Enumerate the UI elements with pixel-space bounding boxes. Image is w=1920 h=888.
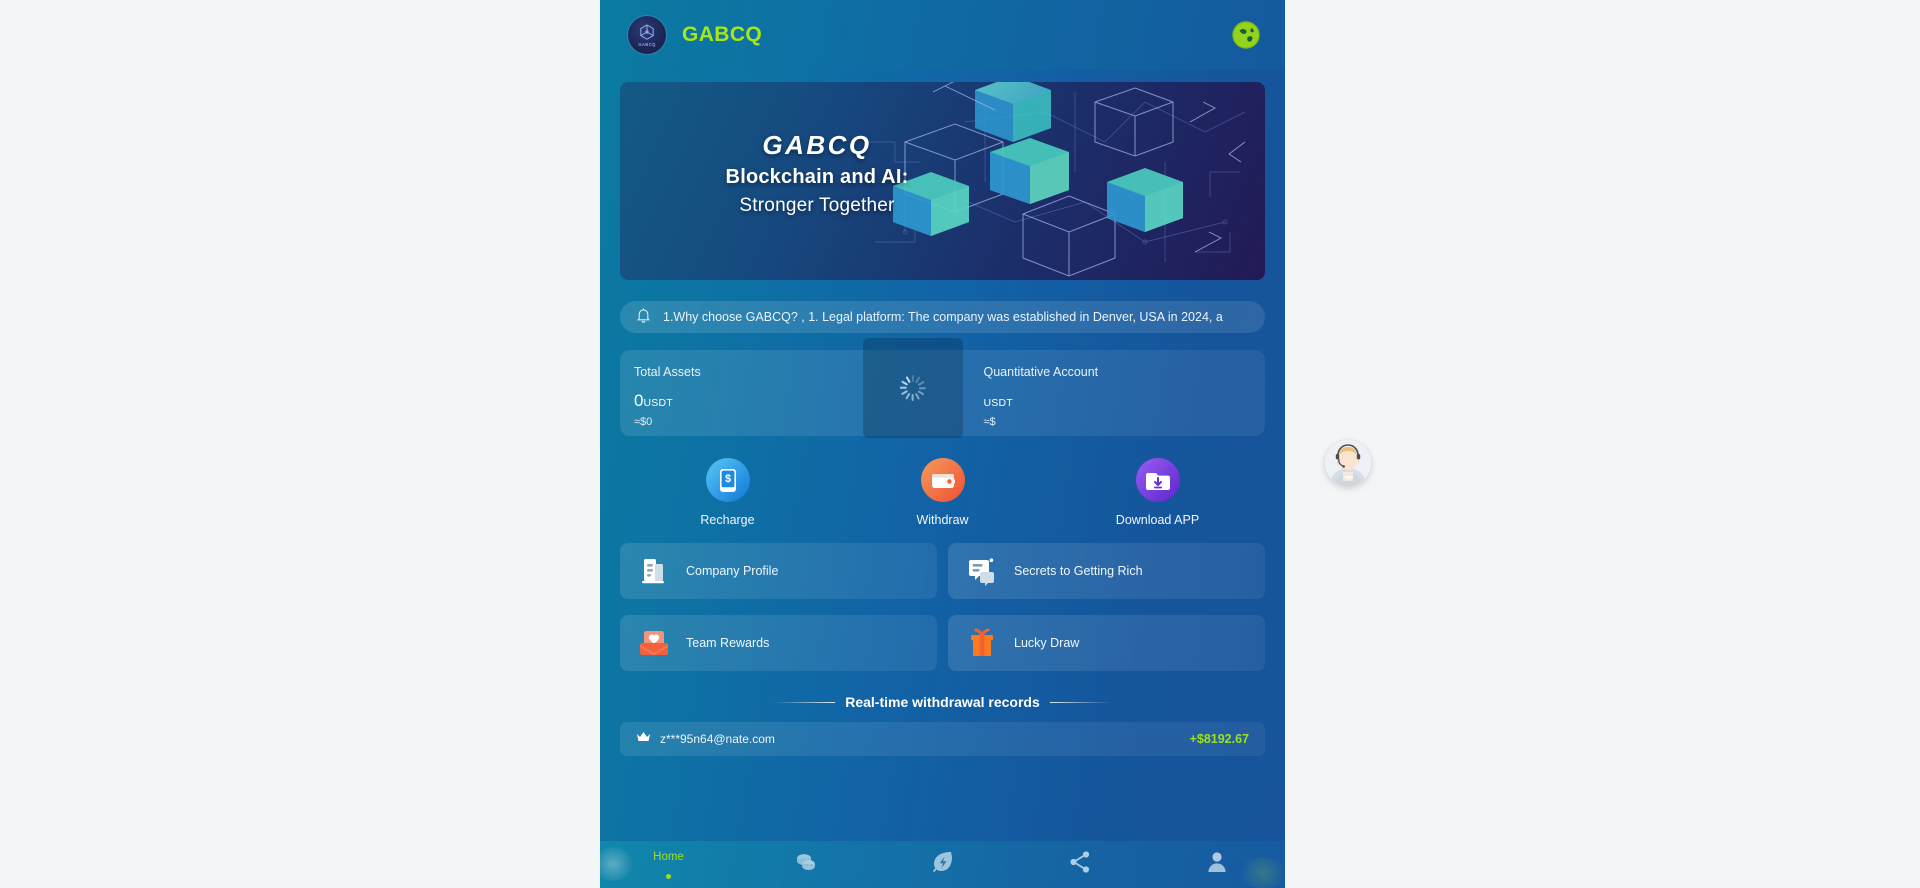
download-app-icon	[1135, 458, 1180, 502]
loading-spinner-icon	[900, 375, 927, 401]
nav-item-home[interactable]: Home	[600, 841, 737, 888]
quantitative-unit: USDT	[983, 397, 1013, 409]
nav-item-profile[interactable]	[1148, 841, 1285, 888]
company-profile-label: Company Profile	[686, 564, 779, 578]
quantitative-account-block: Quantitative Account USDT ≈$	[916, 350, 1266, 436]
record-amount: +$8192.67	[1189, 732, 1249, 746]
quantitative-approx: ≈$	[983, 416, 996, 428]
quick-actions-row: $ Recharge Withdraw Download APP	[620, 458, 1265, 527]
lucky-draw-card[interactable]: Lucky Draw	[948, 615, 1265, 671]
crown-icon	[636, 730, 651, 748]
nav-item-share[interactable]	[1011, 841, 1148, 888]
record-user: z***95n64@nate.com	[660, 732, 775, 746]
nav-active-dot	[666, 873, 671, 879]
globe-icon[interactable]	[1231, 20, 1261, 50]
team-rewards-label: Team Rewards	[686, 636, 770, 650]
company-profile-card[interactable]: Company Profile	[620, 543, 937, 599]
coins-icon	[793, 849, 819, 880]
secrets-to-getting-rich-card[interactable]: Secrets to Getting Rich	[948, 543, 1265, 599]
divider-left	[773, 701, 836, 703]
app-viewport: GABCQ GABCQ GABCQ Blockchain and AI: Str…	[600, 0, 1285, 888]
menu-row-2: Team Rewards Lucky Draw	[620, 615, 1265, 671]
recharge-button[interactable]: $ Recharge	[620, 458, 835, 527]
secrets-label: Secrets to Getting Rich	[1014, 564, 1143, 578]
records-header: Real-time withdrawal records	[600, 694, 1285, 710]
recharge-phone-dollar-icon: $	[705, 458, 750, 502]
nav-item-quantify[interactable]	[874, 841, 1011, 888]
banner-line-3: Stronger Together	[739, 195, 895, 216]
svg-text:$: $	[724, 473, 730, 485]
gift-box-icon	[966, 627, 998, 659]
page-title: GABCQ	[682, 23, 763, 46]
divider-right	[1049, 701, 1112, 703]
nav-glow	[600, 847, 636, 881]
company-building-icon	[638, 555, 670, 587]
nav-glow-2	[1235, 858, 1285, 888]
user-person-icon	[1204, 849, 1230, 880]
nav-item-coins[interactable]	[737, 841, 874, 888]
quantitative-label: Quantitative Account	[983, 365, 1099, 379]
menu-row-1: Company Profile Secrets to Getting Rich	[620, 543, 1265, 599]
recharge-label: Recharge	[700, 513, 755, 527]
leaf-bolt-icon	[930, 849, 956, 880]
announcement-bar[interactable]: 1.Why choose GABCQ? , 1. Legal platform:…	[620, 301, 1265, 333]
announcement-text: 1.Why choose GABCQ? , 1. Legal platform:…	[663, 310, 1223, 324]
promo-banner[interactable]: GABCQ Blockchain and AI: Stronger Togeth…	[620, 82, 1265, 280]
lucky-draw-label: Lucky Draw	[1014, 636, 1080, 650]
loading-overlay	[863, 338, 963, 438]
records-title: Real-time withdrawal records	[845, 694, 1040, 710]
bell-icon	[636, 307, 651, 328]
withdraw-wallet-icon	[920, 458, 965, 502]
logo-caption: GABCQ	[638, 41, 656, 47]
quantitative-amount: USDT	[984, 391, 1266, 411]
banner-line-1: GABCQ	[762, 130, 872, 160]
banner-line-2: Blockchain and AI:	[725, 166, 909, 188]
chat-bubbles-icon	[966, 555, 998, 587]
gabcq-cube-logo-icon: GABCQ	[628, 16, 666, 54]
records-list: z***95n64@nate.com +$8192.67	[620, 722, 1265, 756]
assets-card: Total Assets 0USDT ≈$0 Quantitative Acco…	[620, 338, 1266, 438]
customer-service-agent-avatar[interactable]	[1325, 440, 1371, 486]
bottom-navigation: Home	[600, 841, 1285, 888]
download-app-label: Download APP	[1115, 513, 1200, 527]
nav-home-label: Home	[653, 850, 684, 863]
team-rewards-card[interactable]: Team Rewards	[620, 615, 937, 671]
banner-text: GABCQ Blockchain and AI: Stronger Togeth…	[672, 130, 962, 217]
envelope-heart-icon	[638, 627, 670, 659]
share-icon	[1067, 849, 1093, 880]
total-assets-unit: USDT	[643, 397, 673, 409]
withdraw-label: Withdraw	[916, 513, 969, 527]
withdraw-button[interactable]: Withdraw	[835, 458, 1050, 527]
app-header: GABCQ GABCQ	[600, 0, 1285, 70]
list-item: z***95n64@nate.com +$8192.67	[620, 722, 1265, 756]
download-app-button[interactable]: Download APP	[1050, 458, 1265, 527]
